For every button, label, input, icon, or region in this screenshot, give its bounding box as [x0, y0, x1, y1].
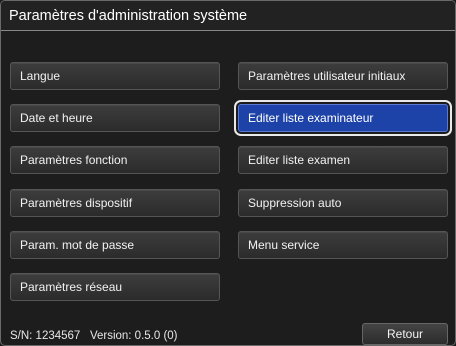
menu-service-button[interactable]: Menu service — [238, 231, 448, 259]
admin-settings-window: Paramètres d'administration système Lang… — [0, 0, 456, 346]
window-title: Paramètres d'administration système — [1, 1, 455, 31]
parametres-utilisateur-initiaux-button[interactable]: Paramètres utilisateur initiaux — [238, 62, 448, 90]
langue-button[interactable]: Langue — [10, 62, 220, 90]
editer-liste-examen-button[interactable]: Editer liste examen — [238, 146, 448, 174]
param-mot-de-passe-button[interactable]: Param. mot de passe — [10, 231, 220, 259]
editer-liste-examinateur-button[interactable]: Editer liste examinateur — [238, 104, 448, 132]
date-heure-button[interactable]: Date et heure — [10, 104, 220, 132]
serial-number: S/N: 1234567 — [10, 330, 81, 342]
parametres-dispositif-button[interactable]: Paramètres dispositif — [10, 189, 220, 217]
device-info: S/N: 1234567 Version: 0.5.0 (0) — [10, 330, 178, 342]
version-text: Version: 0.5.0 (0) — [89, 330, 178, 342]
parametres-reseau-button[interactable]: Paramètres réseau — [10, 273, 220, 301]
suppression-auto-button[interactable]: Suppression auto — [238, 189, 448, 217]
retour-button[interactable]: Retour — [362, 323, 448, 345]
parametres-fonction-button[interactable]: Paramètres fonction — [10, 146, 220, 174]
